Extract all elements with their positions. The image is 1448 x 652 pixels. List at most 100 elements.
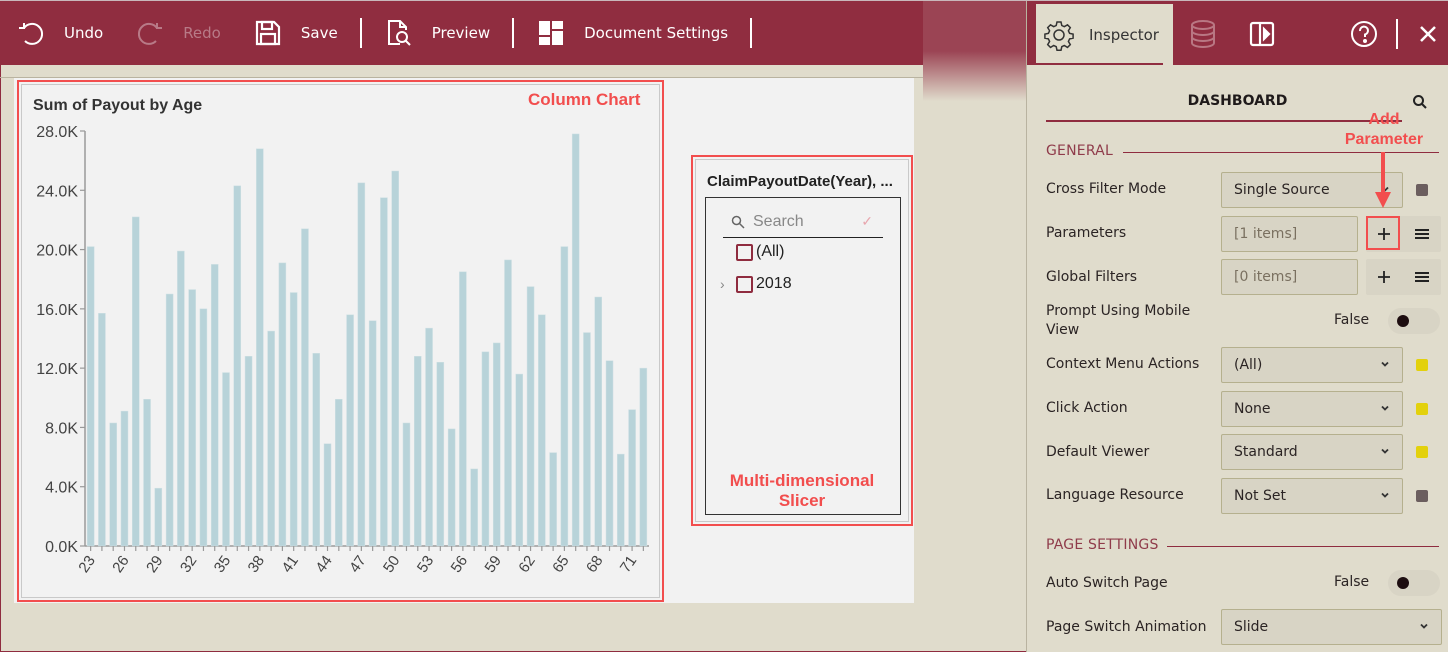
x-tick-label: 32 bbox=[177, 553, 200, 576]
bar-age-64 bbox=[549, 452, 557, 547]
bar-age-26 bbox=[120, 410, 129, 547]
annotation-arrow-shaft bbox=[1381, 152, 1385, 194]
slicer-item-2018[interactable]: › 2018 bbox=[720, 275, 792, 293]
bar-age-23 bbox=[86, 246, 95, 547]
section-page-settings: PAGE SETTINGS bbox=[1046, 537, 1159, 553]
language-resource-label: Language Resource bbox=[1046, 487, 1184, 503]
x-tick-label: 65 bbox=[549, 553, 572, 576]
chevron-right-icon[interactable]: › bbox=[720, 276, 736, 292]
panel-toggle-icon[interactable] bbox=[1247, 19, 1277, 49]
x-tick-label: 23 bbox=[75, 553, 98, 576]
panel-header: Inspector bbox=[1027, 1, 1448, 65]
tab-inspector[interactable]: Inspector bbox=[1036, 4, 1173, 65]
x-tick-label: 59 bbox=[481, 553, 504, 576]
prompt-mobile-value: False bbox=[1334, 312, 1370, 328]
bar-age-42 bbox=[301, 228, 309, 547]
x-tick-label: 44 bbox=[312, 553, 335, 576]
bar-age-34 bbox=[210, 264, 219, 547]
section-general: GENERAL bbox=[1046, 143, 1113, 159]
click-action-select[interactable]: None bbox=[1221, 391, 1403, 427]
default-viewer-select[interactable]: Standard bbox=[1221, 434, 1403, 470]
bar-age-39 bbox=[267, 330, 275, 547]
select-value: (All) bbox=[1234, 357, 1263, 373]
bar-age-57 bbox=[470, 468, 478, 547]
search-icon[interactable] bbox=[1412, 94, 1428, 110]
search-placeholder: Search bbox=[753, 212, 804, 230]
database-icon[interactable] bbox=[1188, 19, 1218, 49]
prompt-mobile-toggle[interactable] bbox=[1388, 308, 1440, 334]
gear-icon bbox=[1044, 20, 1074, 51]
y-tick-label: 12.0K bbox=[36, 361, 78, 378]
select-value: Slide bbox=[1234, 619, 1269, 635]
bar-age-53 bbox=[425, 327, 433, 547]
slicer-annotation: Multi-dimensional Slicer bbox=[729, 471, 875, 510]
global-filters-field: [0 items] bbox=[1221, 259, 1358, 295]
annotation-line-2: Parameter bbox=[1344, 131, 1424, 148]
menu-icon bbox=[1415, 229, 1429, 239]
header-separator bbox=[1396, 19, 1398, 49]
property-indicator bbox=[1416, 359, 1428, 371]
active-tab-indicator bbox=[1036, 63, 1163, 65]
page-switch-animation-label: Page Switch Animation bbox=[1046, 619, 1207, 635]
checkbox[interactable] bbox=[736, 275, 753, 293]
bar-age-69 bbox=[605, 360, 614, 547]
y-tick-label: 20.0K bbox=[36, 243, 78, 260]
parameters-field: [1 items] bbox=[1221, 216, 1358, 252]
page-switch-animation-select[interactable]: Slide bbox=[1221, 609, 1442, 645]
auto-switch-page-toggle[interactable] bbox=[1388, 570, 1440, 596]
help-icon[interactable] bbox=[1349, 19, 1379, 49]
toggle-knob bbox=[1397, 577, 1409, 589]
bar-age-51 bbox=[402, 422, 411, 547]
slicer-item-label: 2018 bbox=[756, 275, 792, 292]
x-tick-label: 29 bbox=[143, 553, 166, 576]
bar-age-66 bbox=[571, 133, 580, 547]
bar-age-27 bbox=[132, 216, 140, 547]
bar-age-67 bbox=[583, 332, 591, 547]
checkbox[interactable] bbox=[736, 243, 753, 261]
language-resource-select[interactable]: Not Set bbox=[1221, 478, 1403, 514]
property-indicator bbox=[1416, 446, 1428, 458]
bar-age-25 bbox=[109, 422, 117, 547]
add-global-filter-button[interactable] bbox=[1366, 259, 1402, 295]
bar-age-61 bbox=[515, 373, 524, 547]
y-tick-label: 4.0K bbox=[45, 480, 78, 497]
manage-global-filters-button[interactable] bbox=[1404, 259, 1440, 295]
bar-age-35 bbox=[222, 372, 230, 547]
slicer-item-all[interactable]: (All) bbox=[720, 243, 784, 261]
cross-filter-mode-label: Cross Filter Mode bbox=[1046, 181, 1167, 197]
slicer-search-input[interactable]: Search ✓ bbox=[723, 206, 883, 238]
slicer-item-label: (All) bbox=[756, 243, 785, 260]
context-menu-actions-select[interactable]: (All) bbox=[1221, 347, 1403, 383]
select-value: Standard bbox=[1234, 444, 1298, 460]
inspector-panel: Inspector DASHBOARD GENERAL Cross Filter… bbox=[1026, 1, 1448, 652]
global-filters-value: [0 items] bbox=[1234, 269, 1298, 285]
chevron-down-icon bbox=[1381, 448, 1389, 454]
y-tick-label: 0.0K bbox=[45, 539, 78, 556]
x-tick-label: 26 bbox=[109, 553, 132, 576]
bar-age-50 bbox=[391, 170, 399, 547]
add-parameter-annotation: Add Parameter bbox=[1334, 110, 1434, 150]
bar-age-47 bbox=[357, 182, 366, 547]
x-tick-label: 50 bbox=[380, 553, 403, 576]
apply-check-icon[interactable]: ✓ bbox=[861, 213, 873, 230]
manage-parameters-button[interactable] bbox=[1404, 216, 1440, 252]
y-tick-label: 8.0K bbox=[45, 420, 78, 437]
x-tick-label: 62 bbox=[515, 553, 538, 576]
close-icon[interactable] bbox=[1413, 19, 1443, 49]
property-indicator bbox=[1416, 184, 1428, 196]
bar-age-36 bbox=[233, 185, 242, 547]
bar-age-65 bbox=[560, 246, 569, 547]
slicer-title: ClaimPayoutDate(Year), ... bbox=[707, 173, 893, 190]
bar-age-49 bbox=[380, 197, 388, 547]
annotation-arrow-head bbox=[1375, 192, 1391, 208]
select-value: None bbox=[1234, 401, 1271, 417]
x-tick-label: 56 bbox=[448, 553, 471, 576]
global-filters-actions bbox=[1366, 259, 1441, 295]
chevron-down-icon bbox=[1381, 492, 1389, 498]
y-tick-label: 28.0K bbox=[36, 124, 78, 141]
click-action-label: Click Action bbox=[1046, 400, 1128, 416]
x-tick-label: 38 bbox=[245, 553, 268, 576]
default-viewer-label: Default Viewer bbox=[1046, 444, 1150, 460]
bar-age-24 bbox=[98, 313, 106, 547]
section-divider bbox=[1123, 152, 1439, 153]
